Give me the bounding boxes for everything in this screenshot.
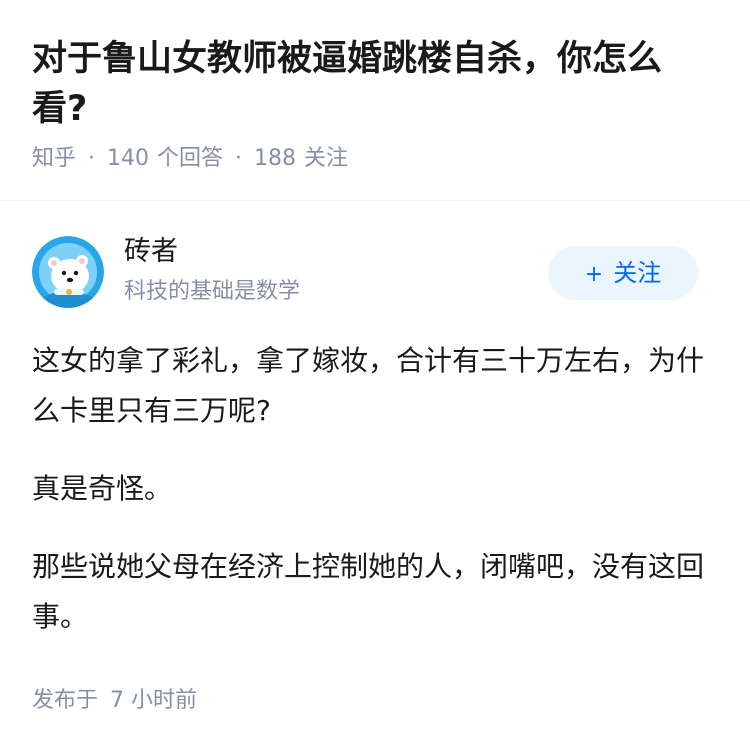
meta-separator: · xyxy=(88,146,96,171)
question-page: 对于鲁山女教师被逼婚跳楼自杀，你怎么看? 知乎 · 140 个回答 · 188 关注 砖者 … xyxy=(0,0,750,754)
answer-count-label[interactable]: 个回答 xyxy=(157,144,223,174)
follower-count[interactable]: 188 xyxy=(254,144,296,174)
answer-paragraph: 那些说她父母在经济上控制她的人，闭嘴吧，没有这回事。 xyxy=(32,550,705,633)
question-title[interactable]: 对于鲁山女教师被逼婚跳楼自杀，你怎么看? xyxy=(32,34,712,134)
question-meta: 知乎 · 140 个回答 · 188 关注 xyxy=(32,144,348,174)
answer-count[interactable]: 140 xyxy=(107,144,149,174)
plus-icon: + xyxy=(584,262,604,287)
meta-separator: · xyxy=(235,146,243,171)
divider xyxy=(0,200,750,201)
polar-bear-avatar-icon xyxy=(32,236,104,308)
author-bio: 科技的基础是数学 xyxy=(124,279,301,304)
answer-paragraph: 这女的拿了彩礼，拿了嫁妆，合计有三十万左右，为什么卡里只有三万呢? xyxy=(32,344,705,427)
author-name[interactable]: 砖者 xyxy=(124,234,178,270)
publish-prefix: 发布于 xyxy=(32,688,99,713)
author-avatar[interactable] xyxy=(32,236,104,308)
publish-time: 发布于 7 小时前 xyxy=(32,686,197,716)
follower-count-label[interactable]: 关注 xyxy=(304,144,348,174)
publish-time-value: 7 小时前 xyxy=(110,688,198,713)
follow-button[interactable]: + 关注 xyxy=(548,246,698,300)
answer-content: 这女的拿了彩礼，拿了嫁妆，合计有三十万左右，为什么卡里只有三万呢? 真是奇怪。 … xyxy=(32,336,722,642)
follow-button-label: 关注 xyxy=(613,259,662,287)
source-label[interactable]: 知乎 xyxy=(32,144,76,174)
answer-paragraph: 真是奇怪。 xyxy=(32,472,173,505)
